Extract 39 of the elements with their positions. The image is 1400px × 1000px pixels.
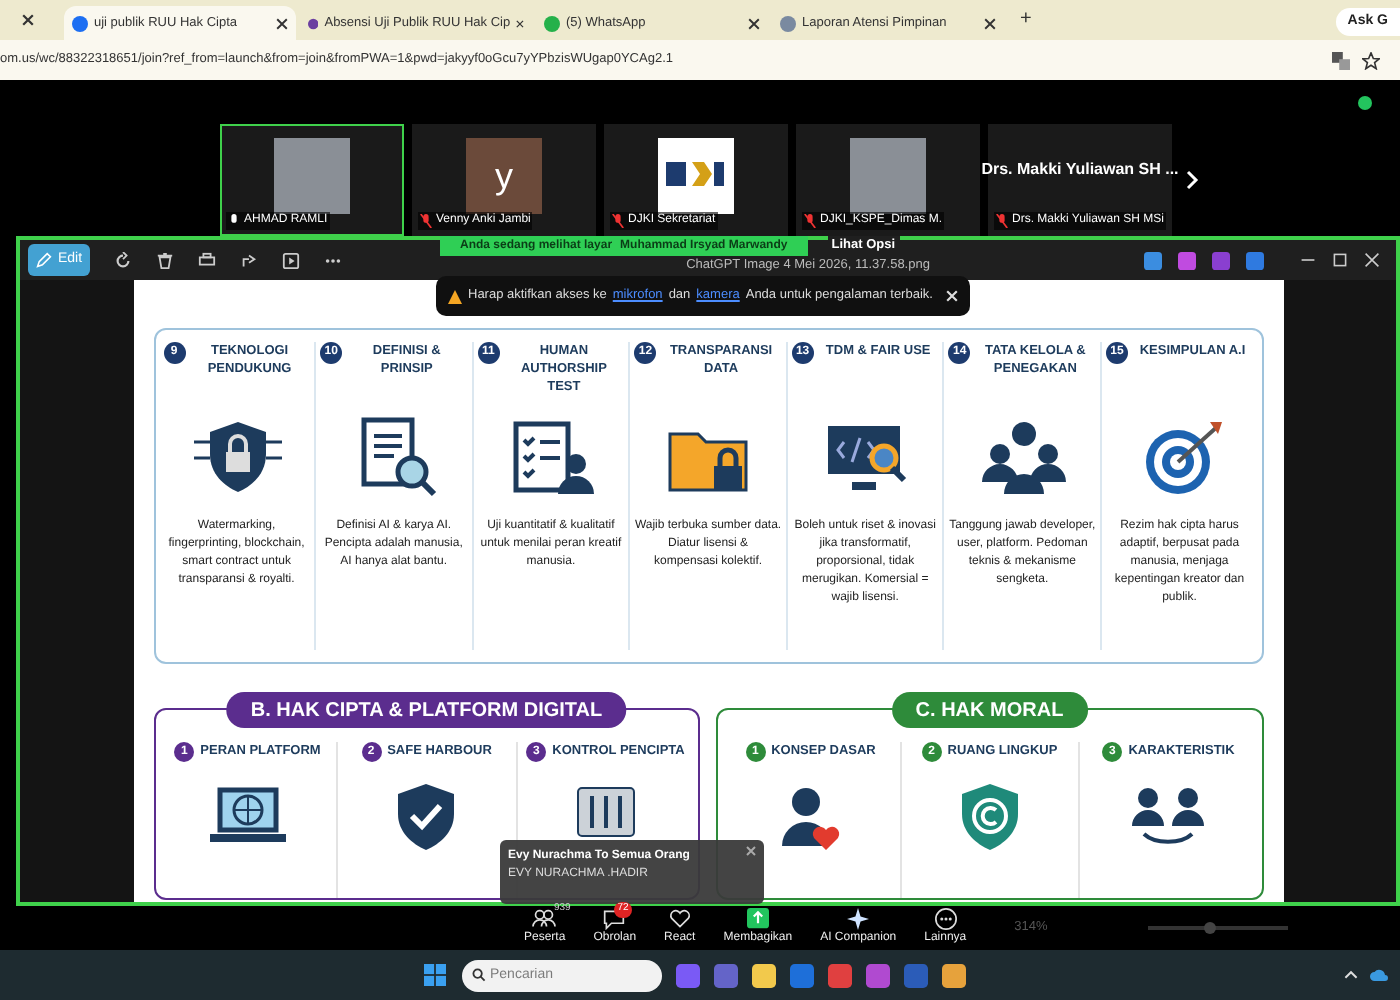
print-icon[interactable] bbox=[198, 251, 217, 269]
edit-icon bbox=[36, 252, 52, 268]
search-icon bbox=[472, 968, 486, 982]
chat-icon bbox=[602, 908, 627, 930]
close-icon[interactable] bbox=[516, 17, 524, 29]
slideshow-icon[interactable] bbox=[282, 251, 301, 269]
sparkle-icon bbox=[846, 908, 871, 930]
tab-favicon-icon bbox=[72, 15, 88, 31]
delete-icon[interactable] bbox=[156, 251, 175, 269]
close-icon[interactable] bbox=[984, 17, 996, 29]
section-title: B. HAK CIPTA & PLATFORM DIGITAL bbox=[226, 692, 627, 728]
rotate-icon[interactable] bbox=[114, 251, 133, 269]
close-icon[interactable] bbox=[748, 17, 760, 29]
app-icon[interactable] bbox=[942, 963, 966, 987]
close-icon[interactable] bbox=[276, 17, 288, 29]
chevron-right-icon[interactable] bbox=[1184, 170, 1200, 190]
close-icon[interactable] bbox=[20, 12, 36, 28]
app-icon[interactable] bbox=[752, 963, 776, 987]
new-tab-button[interactable]: + bbox=[1020, 4, 1032, 34]
people-icon bbox=[532, 908, 557, 930]
share-icon[interactable] bbox=[240, 251, 259, 269]
tab-favicon-icon bbox=[780, 15, 796, 31]
tab-favicon-icon bbox=[308, 15, 319, 31]
chevron-up-icon[interactable] bbox=[1344, 968, 1358, 982]
heart-icon bbox=[667, 908, 692, 930]
star-icon[interactable] bbox=[1362, 51, 1380, 69]
section-title: C. HAK MORAL bbox=[891, 692, 1088, 728]
more-icon bbox=[933, 908, 958, 930]
photo-placeholder bbox=[274, 138, 350, 214]
windows-start-icon[interactable] bbox=[424, 964, 446, 986]
logo-drawing bbox=[658, 138, 734, 214]
warning-icon bbox=[448, 289, 462, 303]
slider-thumb[interactable] bbox=[1204, 922, 1217, 934]
tab-favicon-icon bbox=[544, 15, 560, 31]
avatar-initial: y bbox=[466, 138, 542, 214]
share-screen-icon bbox=[745, 908, 770, 930]
photo-placeholder bbox=[850, 138, 926, 214]
cloud-icon[interactable] bbox=[1370, 968, 1388, 982]
maximize-icon[interactable] bbox=[1332, 252, 1348, 268]
